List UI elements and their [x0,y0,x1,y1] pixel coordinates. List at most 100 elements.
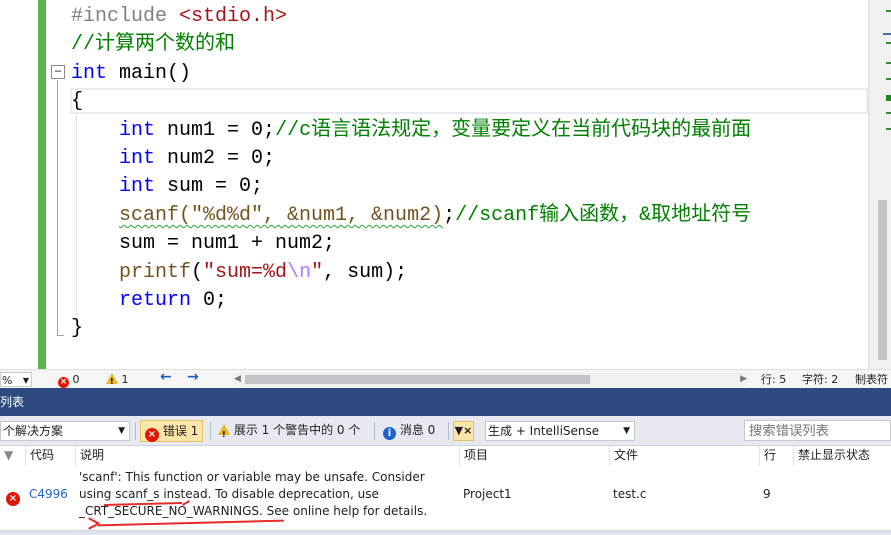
build-filter-value: 生成 + IntelliSense [488,424,600,438]
code-token: //c语言语法规定，变量要定义在当前代码块的最前面 [275,118,752,142]
zoom-combo[interactable]: % ▼ [0,372,32,387]
error-file: test.c [613,487,647,501]
sort-indicator-icon[interactable]: ▼ [0,446,25,466]
code-token: sum = 0; [155,175,264,199]
previous-issue-arrow-icon[interactable]: ← [160,370,172,385]
error-count-value: 0 [72,373,80,386]
code-token: ; [443,203,456,227]
column-header-file[interactable]: 文件 [609,446,759,466]
code-token: \n [287,260,312,284]
editor-status-strip: % ▼ × 0 ! 1 ← → ◀ ▶ 行: 5 字符: 2 制表符 [0,369,891,388]
error-count[interactable]: × 0 [58,372,80,388]
code-token: <stdio.h> [179,5,288,28]
tab-indicator[interactable]: 制表符 [855,372,888,387]
collapse-icon[interactable]: − [51,65,65,79]
overview-caret-mark [886,95,891,101]
error-line: 9 [763,487,771,501]
code-line[interactable]: return 0; [71,287,227,315]
glyph-margin [0,0,38,369]
table-row[interactable]: × C4996 'scanf': This function or variab… [0,467,891,530]
column-header-description[interactable]: 说明 [75,446,459,466]
code-line[interactable]: int num1 = 0;//c语言语法规定，变量要定义在当前代码块的最前面 [71,117,751,145]
warnings-filter-button[interactable]: ! 展示 1 个警告中的 0 个 [214,420,364,442]
scope-dropdown[interactable]: 个解决方案 ▼ [0,421,130,441]
code-line[interactable]: printf("sum=%d\n", sum); [71,259,407,287]
column-header-project[interactable]: 项目 [459,446,609,466]
error-list-title-bar[interactable]: 列表 [0,388,891,416]
code-token: 0; [191,289,228,312]
code-token: main() [107,61,192,85]
chevron-down-icon: ▼ [623,426,630,436]
horizontal-scroll-thumb[interactable] [245,375,590,384]
code-token: { [71,90,84,114]
code-line[interactable]: int sum = 0; [71,173,263,201]
table-header: ▼ 代码 说明 项目 文件 行 禁止显示状态 [0,446,891,466]
scroll-right-icon[interactable]: ▶ [740,372,747,387]
column-header-code[interactable]: 代码 [25,446,75,466]
panel-bottom-border [0,530,891,535]
error-project: Project1 [463,487,512,501]
code-line[interactable]: #include <stdio.h> [71,3,287,31]
code-token: " [311,260,324,284]
errors-filter-label: 错误 1 [162,424,199,438]
change-tracking-bar [38,0,46,369]
chevron-down-icon: ▼ [22,376,29,385]
next-issue-arrow-icon[interactable]: → [187,370,199,385]
outline-guide [57,80,58,336]
chevron-down-icon: ▼ [118,426,125,436]
code-line[interactable]: int main() [71,60,191,88]
scope-value: 个解决方案 [3,424,64,438]
scrollbar-thumb[interactable] [878,200,887,360]
error-icon: × [6,488,20,506]
toolbar-separator [210,422,211,440]
code-line[interactable]: sum = num1 + num2; [71,230,335,258]
messages-filter-label: 消息 0 [399,423,436,437]
code-token: //scanf输入函数，&取地址符号 [455,203,752,227]
code-token: int [119,175,156,199]
code-line[interactable]: scanf("%d%d", &num1, &num2);//scanf输入函数，… [71,202,751,230]
zoom-value: % [2,374,13,387]
filter-icon[interactable]: ▼× [453,421,474,441]
warning-count-value: 1 [121,373,129,386]
overview-mark [886,42,891,44]
overview-mark [883,33,891,35]
error-icon: × [58,377,69,388]
overview-mark [886,128,891,130]
toolbar-separator [135,422,136,440]
code-line[interactable]: } [71,315,83,343]
current-line-highlight [70,88,868,114]
warning-icon: ! [218,424,230,439]
line-indicator: 行: 5 [761,373,787,386]
code-token: num2 = 0; [155,147,276,170]
code-line[interactable]: int num2 = 0; [71,145,275,173]
search-input[interactable] [744,420,891,441]
messages-filter-button[interactable]: i 消息 0 [379,420,439,442]
code-line[interactable]: { [71,88,83,116]
overview-mark [886,78,891,80]
code-token: #include [71,5,180,28]
code-token: } [71,317,84,341]
toolbar-separator [448,422,449,440]
error-code-link[interactable]: C4996 [29,487,68,501]
char-indicator: 字符: 2 [802,373,839,386]
overview-mark [886,62,891,64]
code-token: , sum); [323,260,408,284]
warning-count[interactable]: ! 1 [106,372,129,387]
build-intellisense-dropdown[interactable]: 生成 + IntelliSense ▼ [485,421,635,441]
outlining-margin [47,0,69,369]
code-editor[interactable]: − #include <stdio.h>//计算两个数的和 int main(){… [0,0,891,369]
errors-filter-button[interactable]: × 错误 1 [140,420,204,442]
code-token: num1 = 0; [155,118,276,142]
horizontal-scrollbar[interactable]: ◀ ▶ [233,373,748,386]
overview-mark [886,112,891,114]
error-description: 'scanf': This function or variable may b… [79,470,428,518]
column-header-line[interactable]: 行 [759,446,793,466]
info-icon: i [383,427,396,440]
code-line[interactable]: //计算两个数的和 [71,31,235,59]
panel-title: 列表 [0,395,25,409]
column-header-suppression[interactable]: 禁止显示状态 [793,446,891,466]
scroll-left-icon[interactable]: ◀ [234,372,241,387]
